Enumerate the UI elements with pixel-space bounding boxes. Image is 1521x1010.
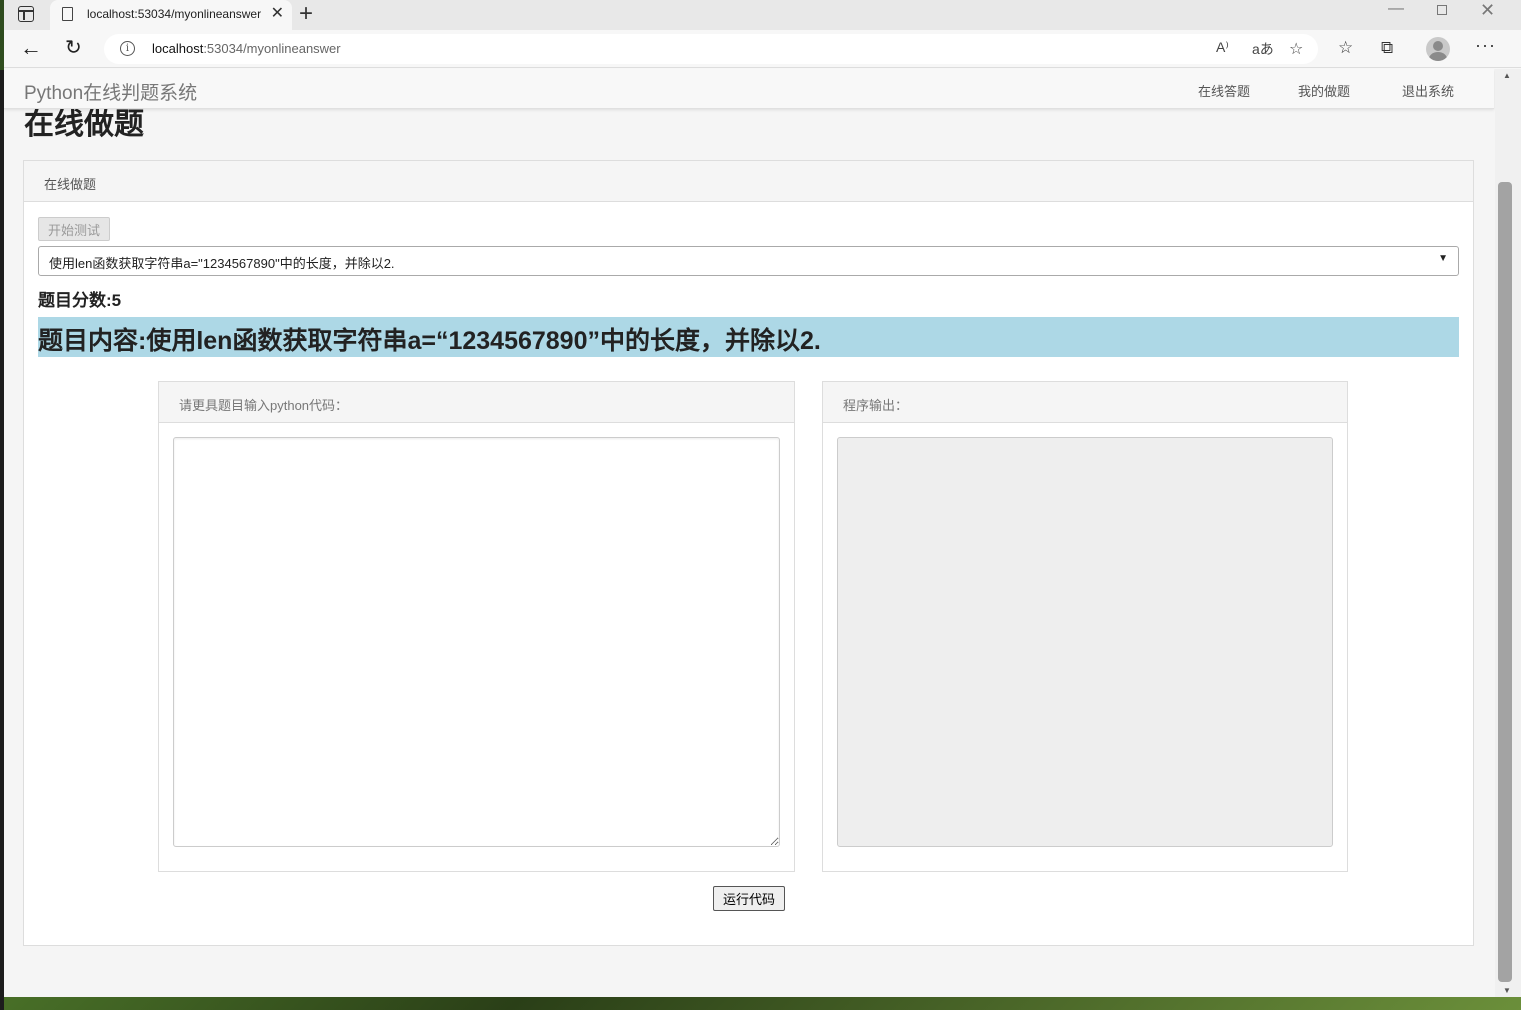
page-scrollbar[interactable]: ▲ ▼: [1495, 69, 1521, 997]
program-output-heading: 程序输出：: [823, 382, 1347, 423]
nav-link-my-answers[interactable]: 我的做题: [1298, 81, 1350, 100]
question-select-value: 使用len函数获取字符串a="1234567890"中的长度，并除以2.: [49, 256, 395, 271]
sidebar-toggle-icon[interactable]: [18, 6, 34, 22]
address-bar[interactable]: i localhost:53034/myonlineanswer A⁾ aあ ☆: [104, 34, 1318, 64]
question-score: 题目分数:5: [38, 291, 122, 310]
url-text[interactable]: localhost:53034/myonlineanswer: [152, 41, 341, 56]
tab-close-icon[interactable]: ✕: [271, 5, 284, 23]
question-content: 题目内容:使用len函数获取字符串a=“1234567890”中的长度，并除以2…: [38, 317, 1459, 357]
nav-link-logout[interactable]: 退出系统: [1402, 81, 1454, 100]
code-input-panel: 请更具题目输入python代码：: [158, 381, 795, 872]
address-toolbar: ← ↻ i localhost:53034/myonlineanswer A⁾ …: [4, 30, 1521, 68]
program-output-panel: 程序输出：: [822, 381, 1348, 872]
info-icon[interactable]: i: [120, 41, 135, 56]
maximize-button[interactable]: [1437, 5, 1447, 15]
start-test-button[interactable]: 开始测试: [38, 217, 110, 241]
translate-icon[interactable]: aあ: [1252, 39, 1274, 59]
page-viewport: 在线做题 Python在线判题系统 在线答题 我的做题 退出系统 在线做题 开始…: [4, 69, 1521, 997]
site-brand[interactable]: Python在线判题系统: [24, 78, 197, 105]
minimize-button[interactable]: —: [1388, 0, 1404, 18]
url-host: localhost: [152, 41, 204, 56]
profile-avatar-icon[interactable]: [1426, 37, 1450, 61]
question-select[interactable]: 使用len函数获取字符串a="1234567890"中的长度，并除以2. ▼: [38, 246, 1459, 276]
tab-title: localhost:53034/myonlineanswer: [87, 7, 262, 21]
run-code-button[interactable]: 运行代码: [713, 886, 785, 911]
browser-tab[interactable]: localhost:53034/myonlineanswer ✕: [50, 0, 292, 30]
url-path: :53034/myonlineanswer: [203, 41, 341, 56]
program-output-area: [837, 437, 1333, 847]
favorites-icon[interactable]: ☆: [1338, 38, 1353, 58]
tab-strip: localhost:53034/myonlineanswer ✕ + — ✕: [4, 0, 1521, 30]
back-arrow-icon[interactable]: ←: [20, 36, 42, 60]
more-menu-icon[interactable]: ···: [1475, 35, 1496, 56]
nav-link-online-answer[interactable]: 在线答题: [1198, 81, 1250, 100]
collections-icon[interactable]: ⧉: [1381, 38, 1393, 58]
new-tab-button[interactable]: +: [299, 1, 313, 27]
close-window-button[interactable]: ✕: [1480, 0, 1495, 21]
browser-window: localhost:53034/myonlineanswer ✕ + — ✕ ←…: [4, 0, 1521, 997]
code-input-heading: 请更具题目输入python代码：: [159, 382, 794, 423]
site-navbar: Python在线判题系统 在线答题 我的做题 退出系统: [4, 69, 1494, 109]
add-favorite-icon[interactable]: ☆: [1289, 39, 1303, 59]
reload-icon[interactable]: ↻: [65, 36, 82, 60]
panel-heading: 在线做题: [24, 161, 1473, 202]
chevron-down-icon: ▼: [1438, 253, 1448, 264]
scroll-down-icon[interactable]: ▼: [1503, 986, 1511, 995]
code-input-textarea[interactable]: [173, 437, 780, 847]
online-answer-panel: 在线做题 开始测试 使用len函数获取字符串a="1234567890"中的长度…: [23, 160, 1474, 946]
scroll-up-icon[interactable]: ▲: [1503, 71, 1511, 80]
page-icon: [62, 7, 73, 21]
scroll-thumb[interactable]: [1498, 182, 1512, 982]
read-aloud-icon[interactable]: A⁾: [1216, 39, 1229, 56]
